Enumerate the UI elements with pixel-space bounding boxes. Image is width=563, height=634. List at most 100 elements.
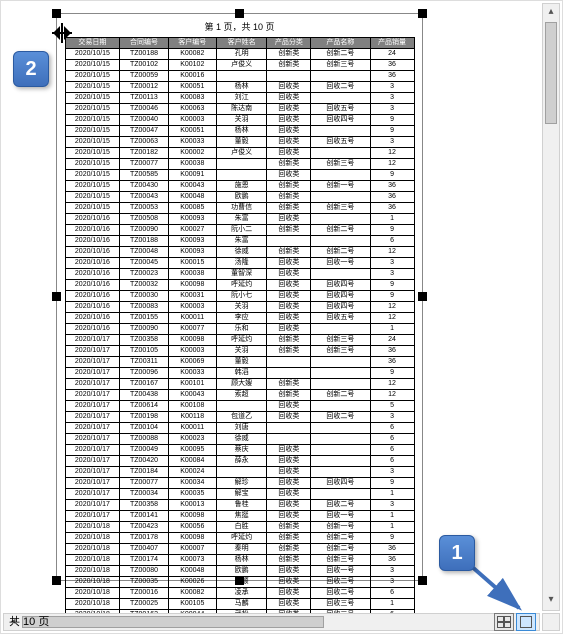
table-cell: 2020/10/17 [65,500,120,511]
table-cell: 回收类 [267,137,311,148]
resize-handle-tl[interactable] [52,9,61,18]
table-cell: 创新三号 [311,335,370,346]
table-cell [267,423,311,434]
table-cell: 施恩 [216,181,266,192]
table-row: 2020/10/15TZ00046K00063陈达南回收类回收五号3 [65,104,414,115]
table-row: 2020/10/15TZ00043K00048欧鹏创新类36 [65,192,414,203]
table-cell [267,357,311,368]
table-cell: 36 [370,357,414,368]
table-cell: TZ00025 [120,599,168,610]
table-cell: 2020/10/16 [65,302,120,313]
resize-handle-tm[interactable] [235,9,244,18]
resize-handle-bm[interactable] [235,576,244,585]
table-row: 2020/10/16TZ00188K00093朱富6 [65,236,414,247]
table-cell: 2020/10/16 [65,225,120,236]
table-cell: TZ00046 [120,104,168,115]
resize-handle-mr[interactable] [418,292,427,301]
table-cell: 创新类 [267,390,311,401]
table-cell: 回收五号 [311,313,370,324]
table-cell: 董毅 [216,357,266,368]
table-cell [216,401,266,412]
table-cell: 凌承 [216,588,266,599]
table-cell: 阮小七 [216,291,266,302]
table-cell: 创新类 [267,159,311,170]
table-cell: 回收类 [267,412,311,423]
table-cell: 回收类 [267,511,311,522]
table-cell [311,456,370,467]
table-cell: 2020/10/17 [65,467,120,478]
table-cell: 董智深 [216,269,266,280]
resize-handle-br[interactable] [418,576,427,585]
table-cell [311,126,370,137]
vscroll-track[interactable] [543,22,559,592]
table-cell: 创新二号 [311,390,370,401]
table-cell: 6 [370,445,414,456]
resize-handle-tr[interactable] [418,9,427,18]
table-cell: 呼延灼 [216,335,266,346]
table-cell: TZ00358 [120,500,168,511]
table-cell: 2020/10/17 [65,357,120,368]
table-cell: K00038 [168,159,216,170]
scroll-up-arrow-icon[interactable]: ▴ [543,4,559,22]
hscroll-thumb[interactable] [22,616,324,628]
resize-handle-bl[interactable] [52,576,61,585]
vertical-scrollbar[interactable]: ▴ ▾ [542,3,560,611]
table-cell: 1 [370,489,414,500]
vscroll-thumb[interactable] [545,22,557,124]
table-cell: K00035 [168,489,216,500]
single-page-view-button[interactable] [516,613,536,631]
table-header-cell: 交易日期 [65,38,120,49]
table-cell: K00073 [168,555,216,566]
table-cell: 1 [370,599,414,610]
table-cell: 2020/10/16 [65,247,120,258]
table-header-row: 交易日期合同编号客户编号客户姓名产品分类产品名称产品销量 [65,38,414,49]
table-cell: 回收四号 [311,478,370,489]
scroll-down-arrow-icon[interactable]: ▾ [543,592,559,610]
table-cell [311,489,370,500]
table-cell: K00108 [168,401,216,412]
table-cell: 回收类 [267,302,311,313]
table-cell: 解珍 [216,478,266,489]
table-cell: 1 [370,214,414,225]
table-cell [267,71,311,82]
resize-handle-ml[interactable] [52,292,61,301]
table-cell: TZ00155 [120,313,168,324]
table-row: 2020/10/18TZ00016K00082凌承回收类回收二号6 [65,588,414,599]
table-cell: 创新三号 [311,203,370,214]
table-row: 2020/10/17TZ00358K00098呼延灼创新类创新三号24 [65,335,414,346]
hscroll-track[interactable] [22,614,521,630]
table-cell: K00043 [168,390,216,401]
table-cell: 回收类 [267,478,311,489]
table-cell: 2020/10/16 [65,313,120,324]
table-cell: 1 [370,511,414,522]
table-cell: 杨林 [216,126,266,137]
multi-page-view-button[interactable] [494,613,514,631]
table-cell: 创新二号 [311,544,370,555]
horizontal-scrollbar[interactable]: ◂ ▸ [3,613,540,631]
report-page[interactable]: 第 1 页，共 10 页 交易日期合同编号客户编号客户姓名产品分类产品名称产品销… [56,13,423,581]
table-row: 2020/10/16TZ00508K00093朱富回收类1 [65,214,414,225]
table-cell: 36 [370,544,414,555]
table-cell: 创新类 [267,247,311,258]
table-cell: TZ00178 [120,533,168,544]
table-cell: K00003 [168,346,216,357]
preview-canvas[interactable]: 第 1 页，共 10 页 交易日期合同编号客户编号客户姓名产品分类产品名称产品销… [3,3,540,611]
table-cell: 回收类 [267,170,311,181]
table-row: 2020/10/17TZ00105K00003关羽创新类创新三号36 [65,346,414,357]
table-cell: 创新二号 [311,247,370,258]
table-cell [216,71,266,82]
table-cell: 解宝 [216,489,266,500]
table-row: 2020/10/16TZ00090K00077乐和回收类1 [65,324,414,335]
table-cell: 卢俊义 [216,148,266,159]
table-cell: 6 [370,423,414,434]
table-cell [311,401,370,412]
table-cell: 杨林 [216,82,266,93]
page-count-status: 共 10 页 [5,613,49,631]
table-row: 2020/10/15TZ00059K0001636 [65,71,414,82]
table-cell: 欧鹏 [216,192,266,203]
table-cell [216,467,266,478]
table-cell: 回收类 [267,445,311,456]
table-cell: 回收三号 [311,599,370,610]
table-cell: 3 [370,258,414,269]
table-cell: TZ00047 [120,126,168,137]
